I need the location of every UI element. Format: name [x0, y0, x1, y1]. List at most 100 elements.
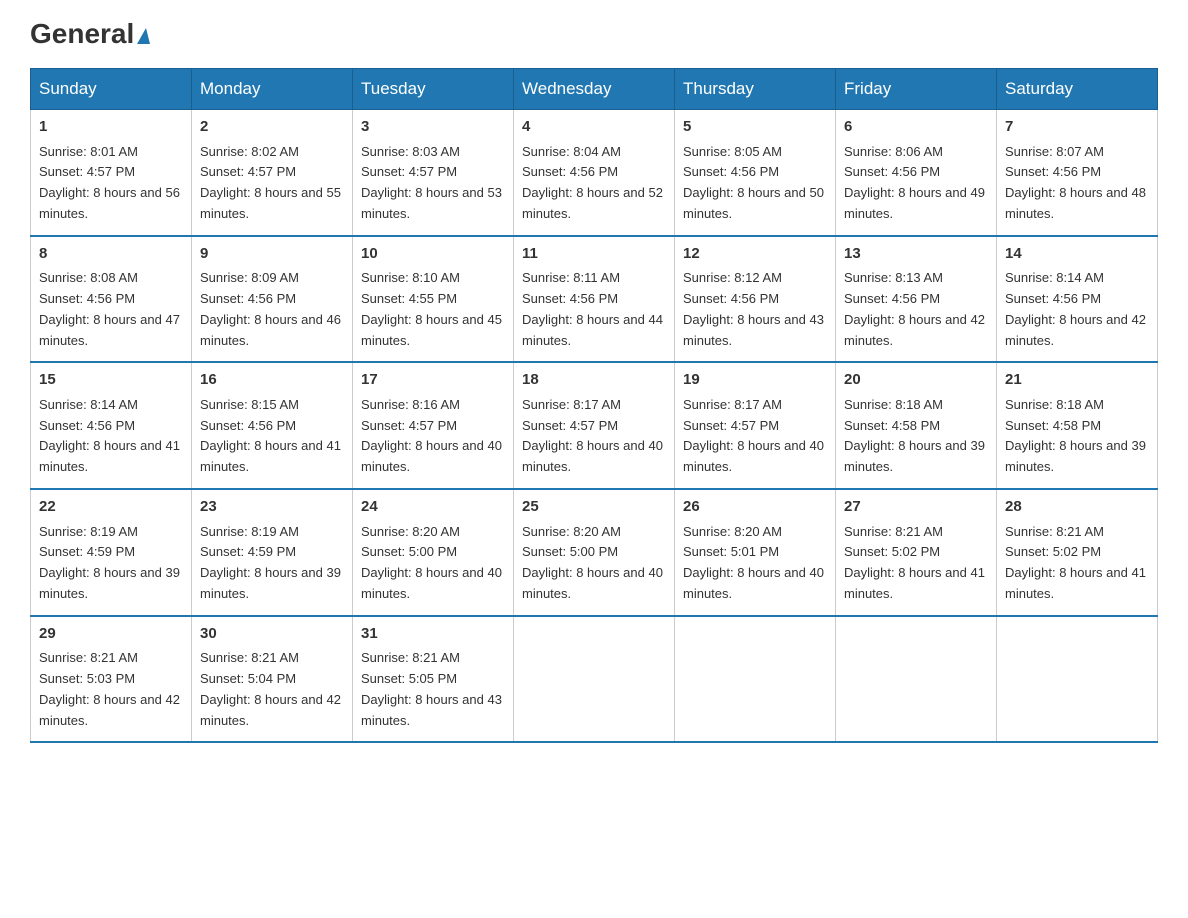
day-info: Sunrise: 8:21 AMSunset: 5:05 PMDaylight:… [361, 650, 502, 727]
day-number: 24 [361, 496, 505, 519]
day-number: 27 [844, 496, 988, 519]
day-info: Sunrise: 8:12 AMSunset: 4:56 PMDaylight:… [683, 270, 824, 347]
calendar-cell: 4 Sunrise: 8:04 AMSunset: 4:56 PMDayligh… [514, 110, 675, 236]
day-info: Sunrise: 8:20 AMSunset: 5:00 PMDaylight:… [361, 524, 502, 601]
calendar-week-4: 22 Sunrise: 8:19 AMSunset: 4:59 PMDaylig… [31, 489, 1158, 616]
logo-top: General [30, 20, 150, 48]
calendar-cell: 25 Sunrise: 8:20 AMSunset: 5:00 PMDaylig… [514, 489, 675, 616]
day-info: Sunrise: 8:05 AMSunset: 4:56 PMDaylight:… [683, 144, 824, 221]
day-info: Sunrise: 8:10 AMSunset: 4:55 PMDaylight:… [361, 270, 502, 347]
day-info: Sunrise: 8:09 AMSunset: 4:56 PMDaylight:… [200, 270, 341, 347]
calendar-cell: 9 Sunrise: 8:09 AMSunset: 4:56 PMDayligh… [192, 236, 353, 363]
day-info: Sunrise: 8:18 AMSunset: 4:58 PMDaylight:… [1005, 397, 1146, 474]
calendar-week-1: 1 Sunrise: 8:01 AMSunset: 4:57 PMDayligh… [31, 110, 1158, 236]
calendar-cell: 24 Sunrise: 8:20 AMSunset: 5:00 PMDaylig… [353, 489, 514, 616]
day-info: Sunrise: 8:19 AMSunset: 4:59 PMDaylight:… [200, 524, 341, 601]
calendar-cell: 1 Sunrise: 8:01 AMSunset: 4:57 PMDayligh… [31, 110, 192, 236]
day-number: 26 [683, 496, 827, 519]
day-info: Sunrise: 8:14 AMSunset: 4:56 PMDaylight:… [1005, 270, 1146, 347]
day-number: 15 [39, 369, 183, 392]
day-number: 23 [200, 496, 344, 519]
day-number: 1 [39, 116, 183, 139]
calendar-cell [675, 616, 836, 743]
day-number: 31 [361, 623, 505, 646]
day-number: 19 [683, 369, 827, 392]
day-number: 18 [522, 369, 666, 392]
day-number: 9 [200, 243, 344, 266]
day-number: 22 [39, 496, 183, 519]
day-number: 13 [844, 243, 988, 266]
weekday-header-wednesday: Wednesday [514, 69, 675, 110]
calendar-cell: 10 Sunrise: 8:10 AMSunset: 4:55 PMDaylig… [353, 236, 514, 363]
calendar-cell: 30 Sunrise: 8:21 AMSunset: 5:04 PMDaylig… [192, 616, 353, 743]
day-number: 28 [1005, 496, 1149, 519]
day-info: Sunrise: 8:16 AMSunset: 4:57 PMDaylight:… [361, 397, 502, 474]
day-info: Sunrise: 8:08 AMSunset: 4:56 PMDaylight:… [39, 270, 180, 347]
calendar-cell [514, 616, 675, 743]
day-info: Sunrise: 8:15 AMSunset: 4:56 PMDaylight:… [200, 397, 341, 474]
day-info: Sunrise: 8:07 AMSunset: 4:56 PMDaylight:… [1005, 144, 1146, 221]
day-number: 20 [844, 369, 988, 392]
calendar-cell: 16 Sunrise: 8:15 AMSunset: 4:56 PMDaylig… [192, 362, 353, 489]
calendar-cell: 14 Sunrise: 8:14 AMSunset: 4:56 PMDaylig… [997, 236, 1158, 363]
calendar-cell: 23 Sunrise: 8:19 AMSunset: 4:59 PMDaylig… [192, 489, 353, 616]
calendar-cell: 17 Sunrise: 8:16 AMSunset: 4:57 PMDaylig… [353, 362, 514, 489]
page-header: General [30, 20, 1158, 48]
calendar-cell: 29 Sunrise: 8:21 AMSunset: 5:03 PMDaylig… [31, 616, 192, 743]
day-info: Sunrise: 8:13 AMSunset: 4:56 PMDaylight:… [844, 270, 985, 347]
day-info: Sunrise: 8:01 AMSunset: 4:57 PMDaylight:… [39, 144, 180, 221]
calendar-table: SundayMondayTuesdayWednesdayThursdayFrid… [30, 68, 1158, 743]
day-number: 16 [200, 369, 344, 392]
day-info: Sunrise: 8:20 AMSunset: 5:01 PMDaylight:… [683, 524, 824, 601]
calendar-cell: 6 Sunrise: 8:06 AMSunset: 4:56 PMDayligh… [836, 110, 997, 236]
calendar-cell: 2 Sunrise: 8:02 AMSunset: 4:57 PMDayligh… [192, 110, 353, 236]
day-info: Sunrise: 8:03 AMSunset: 4:57 PMDaylight:… [361, 144, 502, 221]
day-info: Sunrise: 8:21 AMSunset: 5:02 PMDaylight:… [844, 524, 985, 601]
calendar-cell: 28 Sunrise: 8:21 AMSunset: 5:02 PMDaylig… [997, 489, 1158, 616]
day-number: 25 [522, 496, 666, 519]
day-number: 29 [39, 623, 183, 646]
weekday-header-tuesday: Tuesday [353, 69, 514, 110]
day-number: 2 [200, 116, 344, 139]
day-info: Sunrise: 8:21 AMSunset: 5:03 PMDaylight:… [39, 650, 180, 727]
day-number: 21 [1005, 369, 1149, 392]
day-info: Sunrise: 8:14 AMSunset: 4:56 PMDaylight:… [39, 397, 180, 474]
calendar-week-3: 15 Sunrise: 8:14 AMSunset: 4:56 PMDaylig… [31, 362, 1158, 489]
weekday-header-monday: Monday [192, 69, 353, 110]
calendar-cell: 13 Sunrise: 8:13 AMSunset: 4:56 PMDaylig… [836, 236, 997, 363]
day-number: 10 [361, 243, 505, 266]
day-info: Sunrise: 8:20 AMSunset: 5:00 PMDaylight:… [522, 524, 663, 601]
calendar-cell: 19 Sunrise: 8:17 AMSunset: 4:57 PMDaylig… [675, 362, 836, 489]
day-info: Sunrise: 8:04 AMSunset: 4:56 PMDaylight:… [522, 144, 663, 221]
day-number: 11 [522, 243, 666, 266]
weekday-header-saturday: Saturday [997, 69, 1158, 110]
calendar-cell [836, 616, 997, 743]
calendar-cell: 20 Sunrise: 8:18 AMSunset: 4:58 PMDaylig… [836, 362, 997, 489]
day-info: Sunrise: 8:02 AMSunset: 4:57 PMDaylight:… [200, 144, 341, 221]
calendar-cell: 27 Sunrise: 8:21 AMSunset: 5:02 PMDaylig… [836, 489, 997, 616]
calendar-cell: 3 Sunrise: 8:03 AMSunset: 4:57 PMDayligh… [353, 110, 514, 236]
day-number: 8 [39, 243, 183, 266]
day-info: Sunrise: 8:11 AMSunset: 4:56 PMDaylight:… [522, 270, 663, 347]
calendar-cell: 8 Sunrise: 8:08 AMSunset: 4:56 PMDayligh… [31, 236, 192, 363]
day-number: 14 [1005, 243, 1149, 266]
day-info: Sunrise: 8:19 AMSunset: 4:59 PMDaylight:… [39, 524, 180, 601]
day-info: Sunrise: 8:17 AMSunset: 4:57 PMDaylight:… [522, 397, 663, 474]
day-number: 6 [844, 116, 988, 139]
calendar-week-2: 8 Sunrise: 8:08 AMSunset: 4:56 PMDayligh… [31, 236, 1158, 363]
calendar-cell: 12 Sunrise: 8:12 AMSunset: 4:56 PMDaylig… [675, 236, 836, 363]
day-number: 5 [683, 116, 827, 139]
weekday-header-friday: Friday [836, 69, 997, 110]
calendar-cell: 7 Sunrise: 8:07 AMSunset: 4:56 PMDayligh… [997, 110, 1158, 236]
weekday-header-thursday: Thursday [675, 69, 836, 110]
calendar-week-5: 29 Sunrise: 8:21 AMSunset: 5:03 PMDaylig… [31, 616, 1158, 743]
calendar-cell: 26 Sunrise: 8:20 AMSunset: 5:01 PMDaylig… [675, 489, 836, 616]
day-info: Sunrise: 8:21 AMSunset: 5:04 PMDaylight:… [200, 650, 341, 727]
day-info: Sunrise: 8:06 AMSunset: 4:56 PMDaylight:… [844, 144, 985, 221]
calendar-cell: 31 Sunrise: 8:21 AMSunset: 5:05 PMDaylig… [353, 616, 514, 743]
calendar-cell: 22 Sunrise: 8:19 AMSunset: 4:59 PMDaylig… [31, 489, 192, 616]
day-number: 17 [361, 369, 505, 392]
calendar-cell: 21 Sunrise: 8:18 AMSunset: 4:58 PMDaylig… [997, 362, 1158, 489]
calendar-cell: 5 Sunrise: 8:05 AMSunset: 4:56 PMDayligh… [675, 110, 836, 236]
day-number: 3 [361, 116, 505, 139]
